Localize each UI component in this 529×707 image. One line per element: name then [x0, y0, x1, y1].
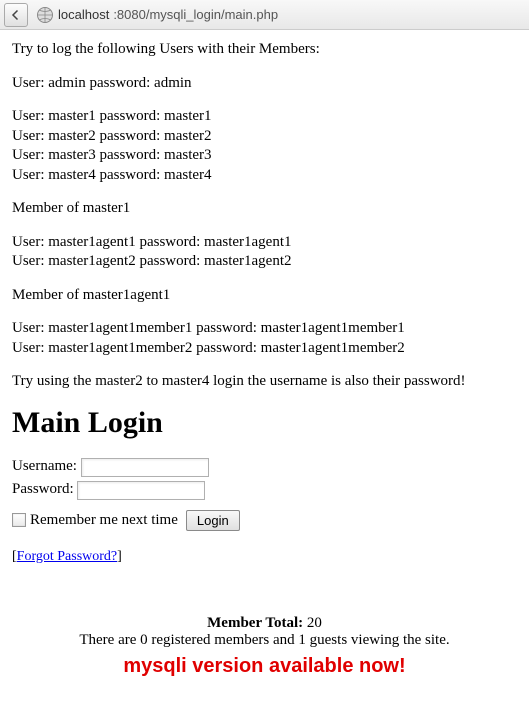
username-label: Username: — [12, 458, 77, 475]
credential-line: User: master1 password: master1 — [12, 107, 517, 127]
intro-text: Try to log the following Users with thei… — [12, 40, 517, 60]
credential-line: User: master1agent2 password: master1age… — [12, 252, 517, 272]
back-button[interactable] — [4, 3, 28, 27]
forgot-password-link[interactable]: Forgot Password? — [17, 549, 117, 564]
member-total-value: 20 — [307, 615, 322, 631]
username-input[interactable] — [81, 458, 209, 477]
member-total-label: Member Total: — [207, 615, 303, 631]
credential-line: User: master3 password: master3 — [12, 146, 517, 166]
credential-line: User: master4 password: master4 — [12, 166, 517, 186]
credential-line: User: master1agent1member1 password: mas… — [12, 319, 517, 339]
stats-block: Member Total: 20 There are 0 registered … — [12, 615, 517, 649]
remember-row: Remember me next time Login — [12, 510, 517, 531]
mysqli-banner: mysqli version available now! — [12, 655, 517, 678]
back-arrow-icon — [10, 9, 22, 21]
credential-line: User: master2 password: master2 — [12, 127, 517, 147]
url-host: localhost — [58, 7, 109, 22]
username-row: Username: — [12, 458, 517, 477]
admin-credentials: User: admin password: admin — [12, 74, 517, 94]
remember-label: Remember me next time — [30, 512, 178, 529]
member-of-master1: Member of master1 — [12, 199, 517, 219]
browser-toolbar: localhost :8080/mysqli_login/main.php — [0, 0, 529, 30]
password-input[interactable] — [77, 481, 205, 500]
visitor-line: There are 0 registered members and 1 gue… — [12, 632, 517, 649]
password-label: Password: — [12, 481, 74, 498]
agent1member-credentials-block: User: master1agent1member1 password: mas… — [12, 319, 517, 358]
credential-line: User: master1agent1member2 password: mas… — [12, 339, 517, 359]
forgot-password-area: [Forgot Password?] — [12, 549, 517, 565]
password-row: Password: — [12, 481, 517, 500]
credential-line: User: master1agent1 password: master1age… — [12, 233, 517, 253]
try-hint: Try using the master2 to master4 login t… — [12, 372, 517, 392]
bracket-close: ] — [117, 549, 122, 564]
login-button[interactable]: Login — [186, 510, 240, 531]
address-bar[interactable]: localhost :8080/mysqli_login/main.php — [32, 4, 525, 26]
remember-checkbox[interactable] — [12, 513, 26, 527]
page-content: Try to log the following Users with thei… — [0, 30, 529, 688]
globe-icon — [36, 6, 54, 24]
member-of-agent1: Member of master1agent1 — [12, 286, 517, 306]
page-title: Main Login — [12, 406, 517, 440]
master-credentials-block: User: master1 password: master1 User: ma… — [12, 107, 517, 185]
master1agent-credentials-block: User: master1agent1 password: master1age… — [12, 233, 517, 272]
url-path: :8080/mysqli_login/main.php — [113, 7, 278, 22]
